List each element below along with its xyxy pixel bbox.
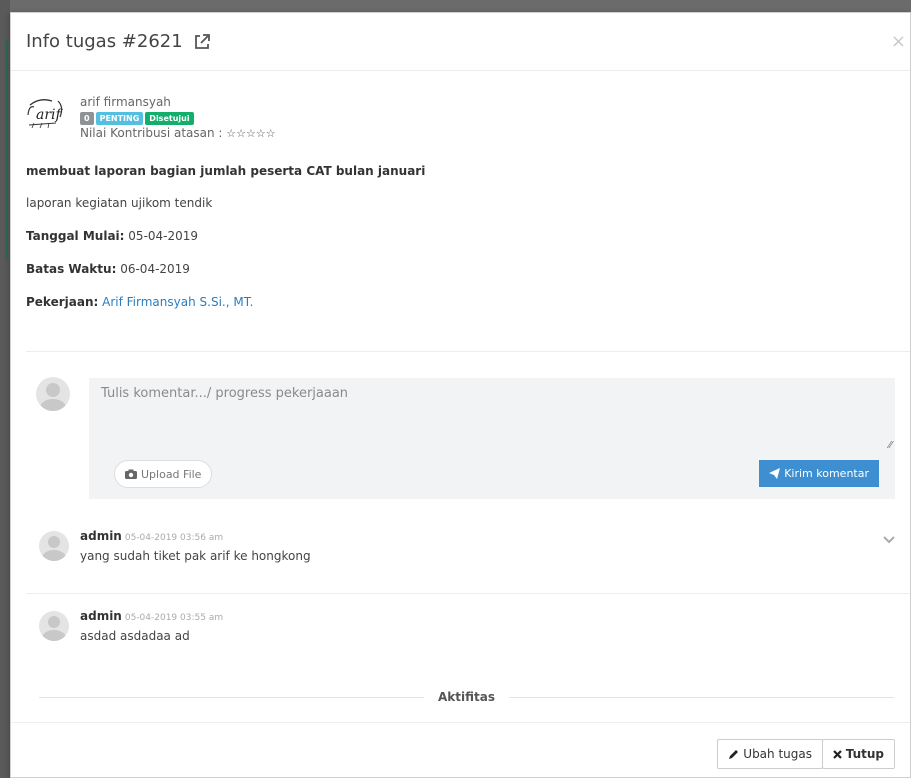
external-link-icon[interactable] bbox=[193, 33, 211, 51]
comment-avatar bbox=[39, 531, 69, 561]
deadline-field: Batas Waktu: 06-04-2019 bbox=[26, 262, 895, 276]
page-backdrop bbox=[0, 0, 10, 778]
comment-avatar bbox=[39, 611, 69, 641]
start-date-label: Tanggal Mulai: bbox=[26, 229, 125, 243]
pencil-icon bbox=[729, 749, 739, 759]
send-comment-label: Kirim komentar bbox=[784, 467, 869, 480]
comment-meta: admin 05-04-2019 03:56 am bbox=[80, 529, 223, 543]
svg-text:arif: arif bbox=[36, 107, 64, 123]
comment-meta: admin 05-04-2019 03:55 am bbox=[80, 609, 223, 623]
modal-header: Info tugas #2621 × bbox=[11, 13, 910, 71]
task-description: laporan kegiatan ujikom tendik bbox=[26, 196, 213, 210]
section-divider bbox=[26, 351, 910, 352]
author-info: arif firmansyah 0 PENTING Disetujui Nila… bbox=[80, 95, 276, 141]
deadline-label: Batas Waktu: bbox=[26, 262, 117, 276]
times-icon bbox=[832, 749, 842, 759]
count-badge: 0 bbox=[80, 112, 94, 125]
assignee-label: Pekerjaan: bbox=[26, 295, 99, 309]
task-details: arif arif firmansyah 0 PENTING Disetujui… bbox=[11, 71, 910, 324]
status-badge: Disetujui bbox=[145, 112, 194, 125]
badge-group: 0 PENTING Disetujui bbox=[80, 112, 276, 125]
activity-label[interactable]: Aktifitas bbox=[424, 690, 509, 704]
backdrop-strip bbox=[5, 40, 8, 260]
author-signature: arif bbox=[26, 95, 76, 137]
upload-file-button[interactable]: Upload File bbox=[114, 460, 213, 488]
deadline-value: 06-04-2019 bbox=[120, 262, 190, 276]
comment-time: 05-04-2019 03:56 am bbox=[124, 533, 224, 543]
comment-input[interactable] bbox=[89, 378, 895, 450]
comment-text: yang sudah tiket pak arif ke hongkong bbox=[80, 549, 311, 563]
author-name: arif firmansyah bbox=[80, 95, 171, 109]
rating-stars[interactable]: ☆☆☆☆☆ bbox=[226, 127, 275, 140]
close-label: Tutup bbox=[845, 747, 884, 761]
task-title: membuat laporan bagian jumlah peserta CA… bbox=[26, 164, 426, 178]
chevron-down-icon[interactable] bbox=[883, 533, 895, 547]
close-button[interactable]: Tutup bbox=[821, 739, 895, 769]
modal-title: Info tugas #2621 bbox=[26, 31, 183, 52]
paper-plane-icon bbox=[769, 468, 781, 479]
priority-badge: PENTING bbox=[95, 112, 144, 125]
rating-row: Nilai Kontribusi atasan : ☆☆☆☆☆ bbox=[80, 126, 276, 141]
comment-panel: ⁄⁄ Upload File Kirim komentar bbox=[89, 378, 895, 499]
rating-label: Nilai Kontribusi atasan : bbox=[80, 126, 223, 140]
user-avatar bbox=[36, 377, 70, 411]
edit-task-label: Ubah tugas bbox=[743, 747, 812, 761]
author-row: arif arif firmansyah 0 PENTING Disetujui… bbox=[26, 95, 895, 141]
resize-handle-icon[interactable]: ⁄⁄ bbox=[889, 440, 892, 451]
close-icon[interactable]: × bbox=[891, 31, 906, 52]
comment-time: 05-04-2019 03:55 am bbox=[124, 613, 224, 623]
comment-author: admin bbox=[80, 529, 122, 543]
upload-file-label: Upload File bbox=[141, 467, 202, 481]
comment-text: asdad asdadaa ad bbox=[80, 629, 190, 643]
task-info-modal: Info tugas #2621 × arif arif firmansyah bbox=[10, 12, 911, 778]
assignee-link[interactable]: Arif Firmansyah S.Si., MT. bbox=[102, 295, 253, 309]
send-comment-button[interactable]: Kirim komentar bbox=[759, 460, 879, 487]
edit-task-button[interactable]: Ubah tugas bbox=[717, 739, 823, 769]
camera-icon bbox=[125, 469, 137, 479]
start-date-field: Tanggal Mulai: 05-04-2019 bbox=[26, 229, 895, 243]
assignee-field: Pekerjaan: Arif Firmansyah S.Si., MT. bbox=[26, 295, 895, 309]
modal-footer: Ubah tugas Tutup bbox=[11, 722, 910, 778]
start-date-value: 05-04-2019 bbox=[128, 229, 199, 243]
comment-author: admin bbox=[80, 609, 122, 623]
comment-divider bbox=[26, 593, 910, 594]
activity-divider: Aktifitas bbox=[39, 687, 894, 707]
